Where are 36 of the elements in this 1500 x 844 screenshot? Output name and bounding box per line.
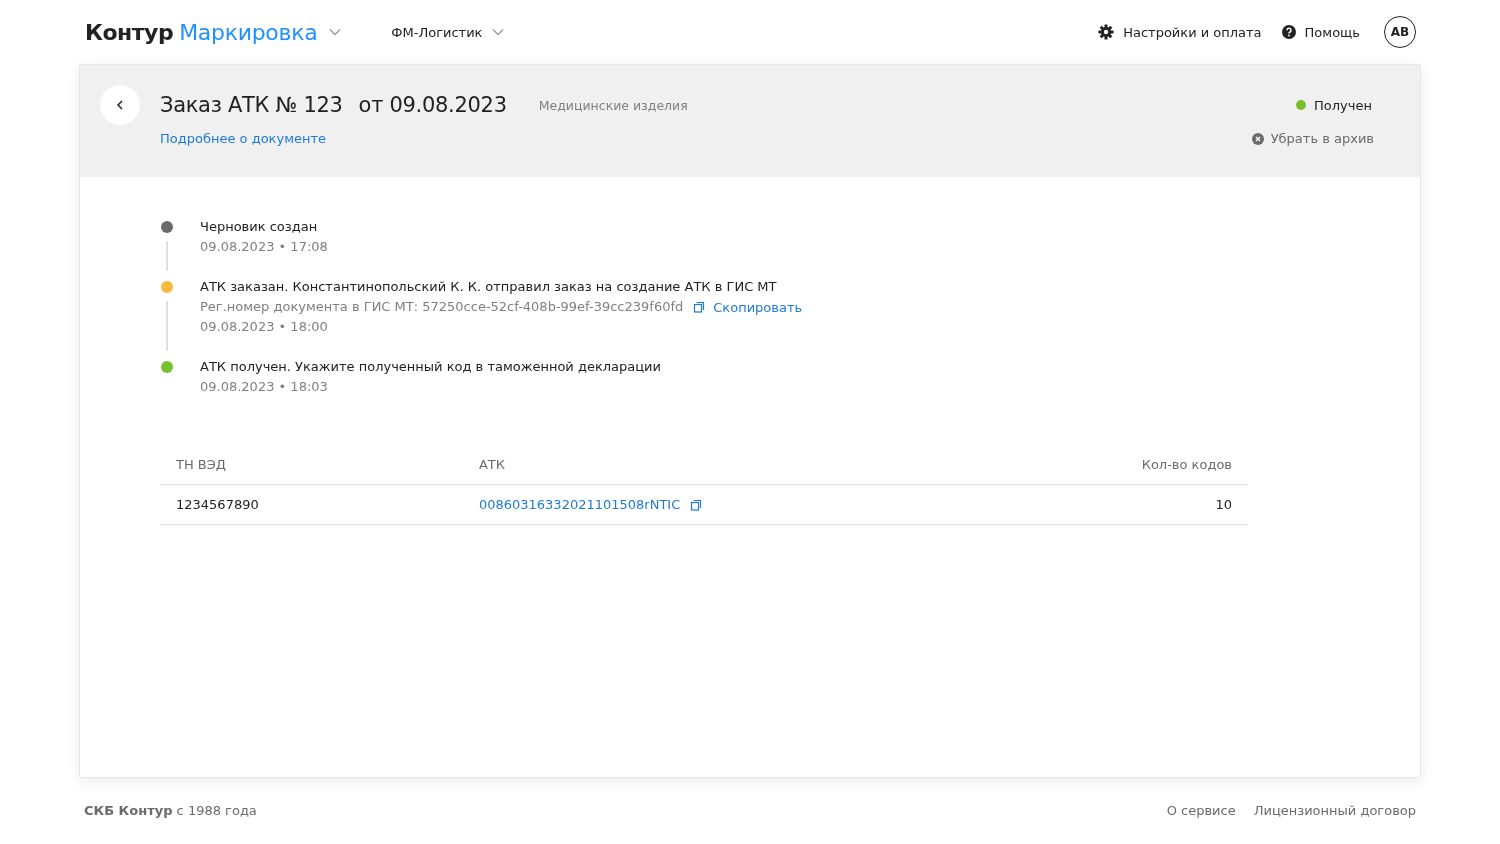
column-header: ТН ВЭД — [160, 445, 463, 485]
event-text: Черновик создан — [200, 218, 319, 236]
atk-code-link[interactable]: 00860316332021101508rNTIC — [478, 497, 681, 512]
chevron-down-icon[interactable] — [329, 28, 342, 36]
document-category: Медицинские изделия — [538, 97, 688, 113]
organization-selector[interactable]: ФМ-Логистик — [391, 24, 483, 40]
column-header: Кол-во кодов — [924, 445, 1248, 485]
event-text: АТК получен. Укажите полученный код в таможенной декларации — [200, 358, 662, 376]
archive-link[interactable]: Убрать в архив — [1251, 131, 1374, 146]
document-date: от 09.08.2023 — [358, 93, 507, 117]
chevron-down-icon[interactable] — [492, 28, 505, 36]
status-label: Получен — [1314, 97, 1372, 113]
event-time: 09.08.2023 • 17:08 — [200, 238, 328, 256]
logo-brand[interactable]: Контур — [85, 19, 174, 45]
copy-icon[interactable] — [690, 498, 703, 511]
column-header: АТК — [462, 445, 925, 485]
footer-link[interactable]: О сервисе — [1166, 803, 1236, 818]
close-circle-icon — [1251, 132, 1264, 145]
help-icon[interactable] — [1281, 25, 1296, 39]
code-count-cell: 10 — [924, 484, 1248, 525]
tnved-cell: 1234567890 — [160, 484, 463, 525]
document-details-link[interactable]: Подробнее о документе — [160, 131, 1252, 146]
help-link[interactable]: Помощь — [1304, 24, 1360, 40]
event-text: АТК заказан. Константинопольский К. К. отправил заказ на создание АТК в ГИС МТ — [200, 278, 778, 296]
settings-icon[interactable] — [1098, 24, 1115, 40]
copy-icon[interactable] — [693, 301, 706, 313]
logo-product[interactable]: Маркировка — [179, 19, 318, 45]
event-time: 09.08.2023 • 18:03 — [200, 378, 329, 396]
document-title: Заказ АТК № 123 — [160, 93, 343, 117]
copyright-text: СКБ Контур с 1988 года — [84, 803, 257, 818]
registration-number: Рег.номер документа в ГИС МТ: 57250cce-52cf-408b-99ef-39cc239f60fd — [200, 298, 684, 316]
event-time: 09.08.2023 • 18:00 — [200, 318, 329, 336]
footer-link[interactable]: Лицензионный договор — [1253, 803, 1416, 818]
settings-link[interactable]: Настройки и оплата — [1123, 24, 1262, 40]
chevron-left-icon — [116, 100, 124, 110]
copy-link[interactable]: Скопировать — [693, 299, 803, 315]
